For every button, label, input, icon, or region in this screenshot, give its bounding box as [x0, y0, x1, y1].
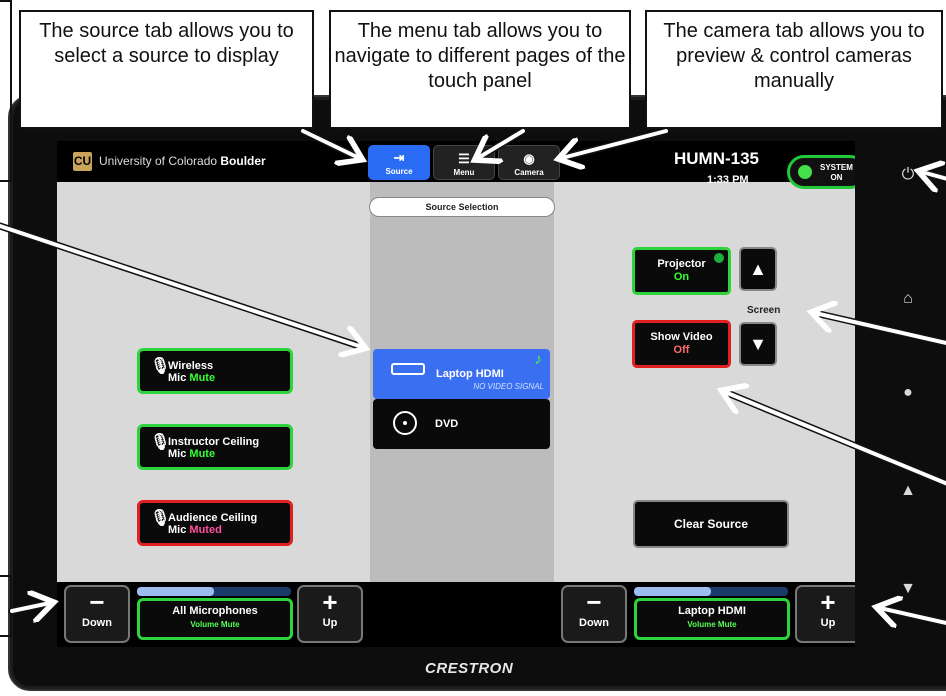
callout-arrows	[0, 127, 946, 696]
touch-panel-guide: CRESTRON ⏻ ⌂ ● ▲ ▼ CU University of Colo…	[0, 0, 946, 696]
